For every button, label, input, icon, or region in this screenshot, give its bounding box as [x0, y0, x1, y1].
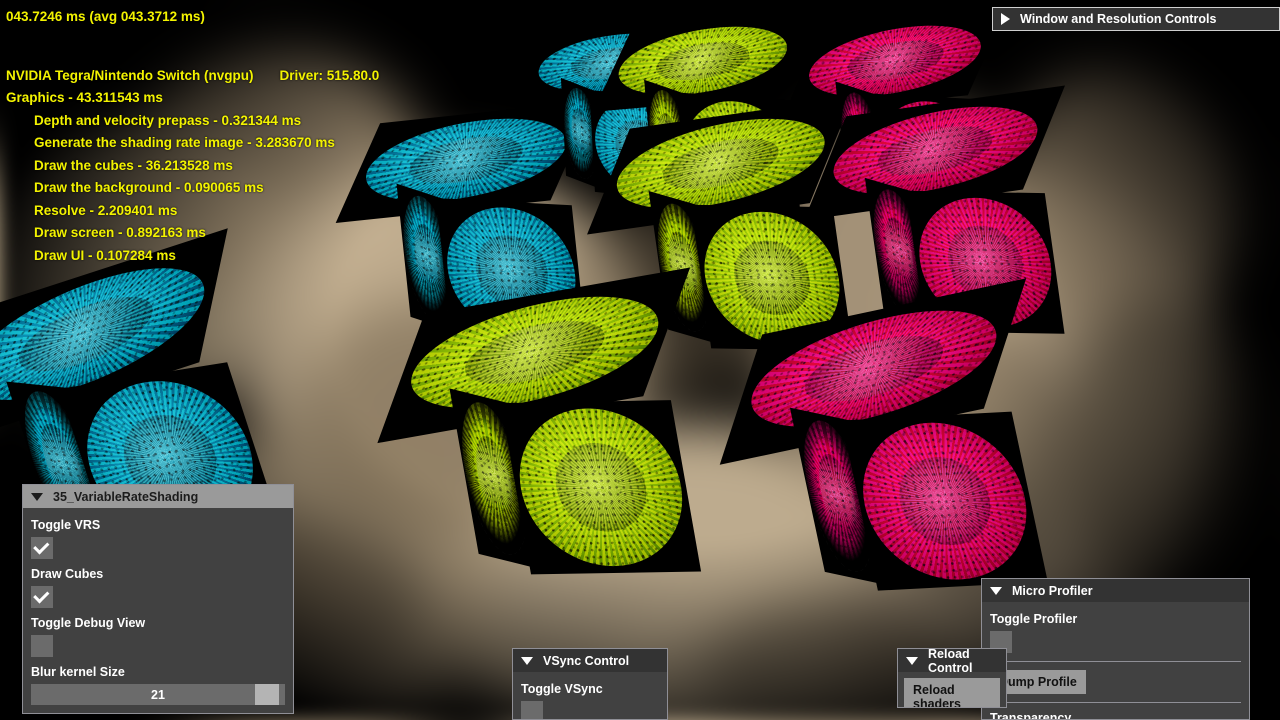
toggle-vsync-checkbox[interactable] — [521, 701, 543, 719]
gpu-header-line: NVIDIA Tegra/Nintendo Switch (nvgpu) Dri… — [6, 67, 380, 83]
transparency-label: Transparency — [990, 711, 1072, 720]
cube-face-front — [500, 400, 702, 575]
vrs-panel-header[interactable]: 35_VariableRateShading — [23, 485, 293, 508]
profiler-entry: Resolve - 2.209401 ms — [34, 202, 178, 218]
profiler-entry: Draw screen - 0.892163 ms — [34, 225, 206, 240]
profiler-entry: Draw UI - 0.107284 ms — [34, 247, 176, 263]
texture-core — [869, 119, 1001, 182]
blur-kernel-size-label: Blur kernel Size — [31, 665, 125, 679]
variable-rate-shading-panel[interactable]: 35_VariableRateShading Toggle VRS Draw C… — [22, 484, 294, 714]
micro-profiler-body: Toggle Profiler Dump Profile Transparenc… — [982, 602, 1249, 720]
texture-core — [890, 454, 999, 548]
texture-core — [839, 36, 952, 85]
gpu-profiler-overlay: 043.7246 ms (avg 043.3712 ms) NVIDIA Teg… — [6, 10, 379, 271]
window-resolution-controls-header[interactable]: Window and Resolution Controls — [993, 8, 1279, 30]
toggle-vrs-label: Toggle VRS — [31, 518, 101, 532]
cube-face-texture — [795, 17, 995, 104]
profiler-entry: Draw the background - 0.090065 ms — [34, 180, 264, 195]
reload-control-header[interactable]: Reload Control — [898, 648, 1006, 675]
vrs-panel-body: Toggle VRS Draw Cubes Toggle Debug View … — [23, 508, 293, 713]
texture-speckle — [349, 109, 583, 211]
chevron-down-icon[interactable] — [990, 586, 1002, 595]
draw-cubes-label: Draw Cubes — [31, 567, 104, 581]
texture-core — [569, 104, 591, 162]
scene-cube — [377, 262, 772, 610]
chevron-down-icon[interactable] — [521, 656, 533, 665]
scene-cube — [719, 272, 1118, 628]
texture-core — [548, 442, 654, 533]
vsync-control-panel[interactable]: VSync Control Toggle VSync — [512, 648, 668, 720]
check-icon — [33, 586, 50, 604]
vsync-panel-body: Toggle VSync — [513, 672, 667, 719]
reload-control-title: Reload Control — [928, 648, 973, 675]
texture-core — [729, 240, 815, 316]
profiler-entry: Generate the shading rate image - 3.2836… — [34, 135, 335, 150]
gpu-driver: Driver: 515.80.0 — [279, 67, 380, 83]
frame-time-line: 043.7246 ms (avg 043.3712 ms) — [6, 9, 205, 24]
vsync-panel-header[interactable]: VSync Control — [513, 649, 667, 672]
micro-profiler-header[interactable]: Micro Profiler — [982, 579, 1249, 602]
vrs-panel-title: 35_VariableRateShading — [53, 489, 199, 504]
texture-core — [647, 38, 758, 84]
cube-face-texture — [848, 418, 1042, 584]
profiler-entry: Draw the cubes - 36.213528 ms — [34, 157, 233, 173]
texture-core — [410, 219, 444, 297]
profiler-entry: Depth and velocity prepass - 0.321344 ms — [34, 112, 302, 128]
gpu-name: NVIDIA Tegra/Nintendo Switch (nvgpu) — [6, 67, 254, 83]
window-resolution-controls-title: Window and Resolution Controls — [1020, 12, 1217, 26]
reload-shaders-button[interactable]: Reload shaders — [904, 678, 1000, 707]
blur-kernel-size-value: 21 — [151, 687, 165, 702]
dump-profile-row: Dump Profile — [990, 670, 1241, 694]
toggle-debug-view-label: Toggle Debug View — [31, 616, 146, 630]
texture-core — [653, 131, 788, 196]
texture-core — [796, 325, 952, 413]
micro-profiler-title: Micro Profiler — [1012, 583, 1093, 598]
toggle-profiler-label: Toggle Profiler — [990, 612, 1078, 626]
divider — [990, 661, 1241, 662]
texture-speckle — [507, 407, 695, 568]
cube-face-texture — [349, 109, 583, 211]
texture-core — [13, 282, 159, 386]
reload-control-panel[interactable]: Reload Control Reload shaders — [897, 648, 1007, 708]
chevron-right-icon[interactable] — [1001, 13, 1010, 25]
vsync-panel-title: VSync Control — [543, 653, 630, 668]
divider — [990, 702, 1241, 703]
toggle-debug-view-checkbox[interactable] — [31, 635, 53, 657]
texture-core — [455, 311, 614, 394]
cube-face-front — [841, 411, 1048, 591]
window-resolution-controls-panel[interactable]: Window and Resolution Controls — [992, 7, 1280, 31]
app-window: 043.7246 ms (avg 043.3712 ms) NVIDIA Teg… — [0, 0, 1280, 720]
texture-speckle — [604, 20, 801, 102]
toggle-vrs-checkbox[interactable] — [31, 537, 53, 559]
draw-cubes-checkbox[interactable] — [31, 586, 53, 608]
texture-core — [400, 131, 532, 189]
cube-face-texture — [507, 407, 695, 568]
toggle-vsync-label: Toggle VSync — [521, 682, 603, 696]
texture-speckle — [795, 17, 995, 104]
texture-speckle — [848, 418, 1042, 584]
chevron-down-icon[interactable] — [906, 656, 918, 665]
check-icon — [33, 537, 50, 555]
cube-face-texture — [604, 20, 801, 102]
overlay-spacer — [6, 33, 379, 69]
graphics-total: Graphics - 43.311543 ms — [6, 90, 163, 105]
chevron-down-icon[interactable] — [31, 492, 43, 501]
slider-handle[interactable] — [254, 684, 279, 705]
reload-control-body: Reload shaders — [898, 672, 1006, 707]
blur-kernel-size-slider[interactable]: 21 — [31, 684, 285, 705]
micro-profiler-panel[interactable]: Micro Profiler Toggle Profiler Dump Prof… — [981, 578, 1250, 720]
